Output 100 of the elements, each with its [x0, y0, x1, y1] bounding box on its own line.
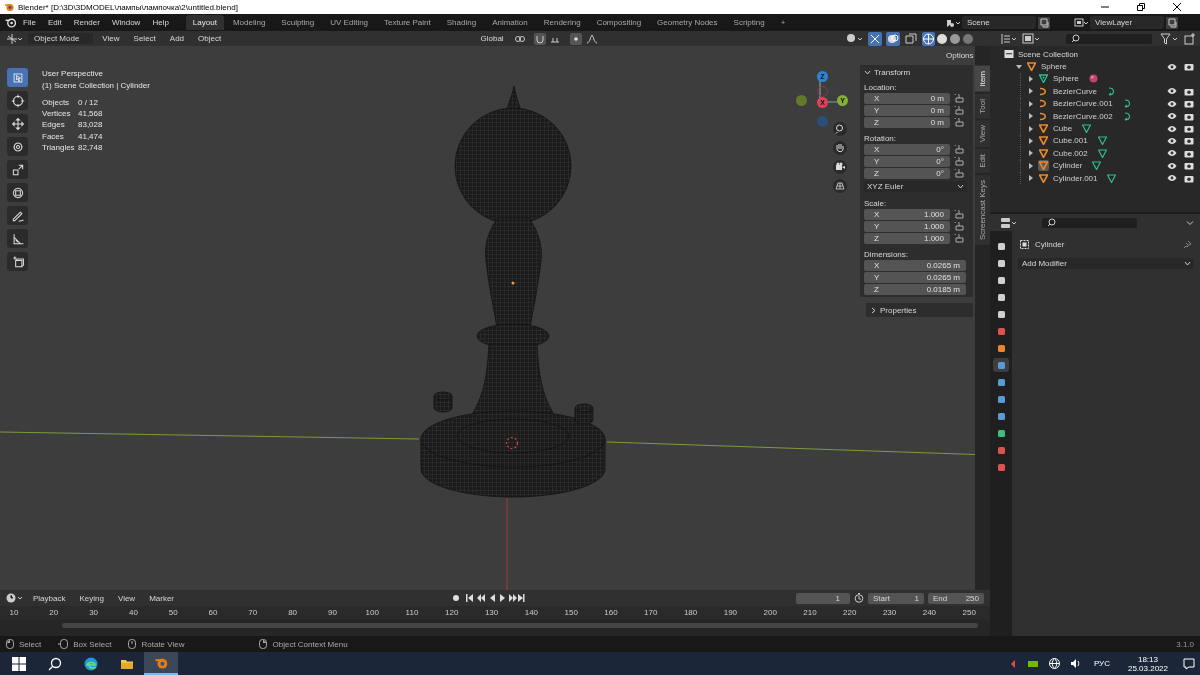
- blender-logo-icon[interactable]: [5, 17, 16, 28]
- search-icon[interactable]: [48, 656, 62, 671]
- copy-icon[interactable]: [1038, 16, 1050, 29]
- number-field[interactable]: Z 0.0185 m: [864, 284, 966, 295]
- object-name[interactable]: BezierCurve.002: [1053, 111, 1113, 121]
- notification-icon[interactable]: [1183, 657, 1195, 670]
- object-name[interactable]: Cylinder: [1053, 161, 1083, 171]
- browser-icon[interactable]: [84, 656, 98, 671]
- object-name[interactable]: Cube.001: [1053, 136, 1088, 146]
- lock-icon[interactable]: [954, 169, 964, 178]
- tool-button[interactable]: [7, 91, 28, 110]
- camera-icon[interactable]: [1184, 136, 1194, 146]
- menu-item[interactable]: Select: [128, 33, 161, 44]
- object-name[interactable]: Cube.002: [1053, 148, 1088, 158]
- lock-icon[interactable]: [954, 145, 964, 154]
- workspace-tab[interactable]: Geometry Nodes: [650, 15, 725, 30]
- tool-button[interactable]: [7, 252, 28, 271]
- collection-name[interactable]: Scene Collection: [1018, 49, 1079, 59]
- object-name[interactable]: BezierCurve.001: [1053, 99, 1113, 109]
- camera-icon[interactable]: [1184, 173, 1194, 183]
- lock-icon[interactable]: [954, 222, 964, 231]
- clock-time[interactable]: 18:13: [1137, 654, 1158, 664]
- new-collection-icon[interactable]: [1184, 32, 1196, 45]
- number-field[interactable]: Z 1.000: [864, 233, 950, 244]
- object-icon[interactable]: [1026, 61, 1037, 73]
- clock-icon[interactable]: [6, 593, 24, 603]
- object-icon[interactable]: [1038, 160, 1049, 172]
- layers-icon[interactable]: [1074, 17, 1088, 28]
- eye-icon[interactable]: [1167, 149, 1177, 158]
- camera-icon[interactable]: [1184, 161, 1194, 171]
- workspace-tab[interactable]: Rendering: [536, 15, 588, 30]
- workspace-tab[interactable]: Modeling: [225, 15, 273, 30]
- list-icon[interactable]: [1000, 32, 1018, 45]
- editor-type-icon[interactable]: [6, 33, 24, 44]
- tool-button[interactable]: [7, 68, 28, 87]
- object-icon[interactable]: [1038, 147, 1049, 159]
- disclosure-triangle-icon[interactable]: [1028, 175, 1034, 182]
- tool-button[interactable]: [7, 206, 28, 225]
- sidebar-tab[interactable]: View: [975, 120, 990, 148]
- sidebar-tab[interactable]: Screencast Keys: [975, 175, 990, 246]
- disclosure-triangle-icon[interactable]: [1028, 162, 1034, 169]
- workspace-tab[interactable]: Compositing: [589, 15, 649, 30]
- menu-item[interactable]: Keying: [74, 592, 109, 604]
- mode-dropdown[interactable]: Object Mode: [28, 33, 94, 44]
- curve-data-icon[interactable]: [1122, 99, 1132, 109]
- restore-icon[interactable]: [1136, 2, 1146, 12]
- gizmo-toggle-icon[interactable]: [868, 31, 882, 46]
- close-icon[interactable]: [1172, 2, 1182, 12]
- number-field[interactable]: Y 0 m: [864, 105, 950, 116]
- current-frame-field[interactable]: 1: [796, 592, 850, 604]
- camera-icon[interactable]: [833, 160, 847, 174]
- eye-icon[interactable]: [1167, 99, 1177, 108]
- visibility-icon[interactable]: [846, 32, 864, 45]
- panel-header[interactable]: Transform: [860, 65, 973, 79]
- curve-icon[interactable]: [1038, 85, 1049, 97]
- magnet-icon[interactable]: [533, 32, 546, 45]
- eye-icon[interactable]: [1167, 174, 1177, 183]
- search-field[interactable]: [1042, 217, 1137, 228]
- eye-icon[interactable]: [1167, 112, 1177, 121]
- object-name[interactable]: Cylinder.001: [1053, 173, 1098, 183]
- xray-toggle-icon[interactable]: [904, 31, 918, 46]
- add-workspace-button[interactable]: +: [773, 15, 793, 30]
- workspace-tab[interactable]: UV Editing: [323, 15, 376, 30]
- hand-icon[interactable]: [833, 141, 847, 155]
- camera-icon[interactable]: [1184, 99, 1194, 109]
- tool-button[interactable]: [7, 114, 28, 133]
- disclosure-triangle-icon[interactable]: [1028, 137, 1034, 144]
- lock-icon[interactable]: [954, 210, 964, 219]
- lock-icon[interactable]: [954, 106, 964, 115]
- object-icon[interactable]: [1038, 123, 1049, 135]
- display-mode-icon[interactable]: [1022, 32, 1042, 45]
- object-name[interactable]: BezierCurve: [1053, 86, 1097, 96]
- object-name[interactable]: Sphere: [1053, 74, 1079, 84]
- search-field[interactable]: [1066, 33, 1152, 44]
- object-icon[interactable]: [1038, 172, 1049, 184]
- add-modifier-dropdown[interactable]: Add Modifier: [1018, 258, 1194, 269]
- number-field[interactable]: X 0.0265 m: [864, 260, 966, 271]
- camera-icon[interactable]: [1184, 148, 1194, 158]
- lock-icon[interactable]: [954, 234, 964, 243]
- menu-item[interactable]: Edit: [42, 17, 67, 28]
- editor-type-icon[interactable]: [1000, 216, 1018, 229]
- workspace-tab[interactable]: Shading: [439, 15, 484, 30]
- workspace-tab[interactable]: Texture Paint: [377, 15, 438, 30]
- camera-icon[interactable]: [1184, 124, 1194, 134]
- number-field[interactable]: Z 0°: [864, 168, 950, 179]
- number-field[interactable]: Y 1.000: [864, 221, 950, 232]
- workspace-tab[interactable]: Sculpting: [274, 15, 322, 30]
- menu-item[interactable]: File: [18, 17, 41, 28]
- sidebar-tab[interactable]: Item: [975, 66, 990, 92]
- lock-icon[interactable]: [954, 118, 964, 127]
- scrollbar-thumb[interactable]: [62, 623, 978, 628]
- eye-icon[interactable]: [1167, 161, 1177, 170]
- disclosure-triangle-icon[interactable]: [1028, 150, 1034, 157]
- gpu-icon[interactable]: [1026, 658, 1039, 669]
- disclosure-triangle-icon[interactable]: [1028, 88, 1034, 95]
- curve-data-icon[interactable]: [1122, 111, 1132, 121]
- curve-data-icon[interactable]: [1107, 86, 1116, 96]
- eye-icon[interactable]: [1167, 136, 1177, 145]
- taskbar-app-button[interactable]: [144, 652, 178, 675]
- speaker-icon[interactable]: [1069, 658, 1081, 669]
